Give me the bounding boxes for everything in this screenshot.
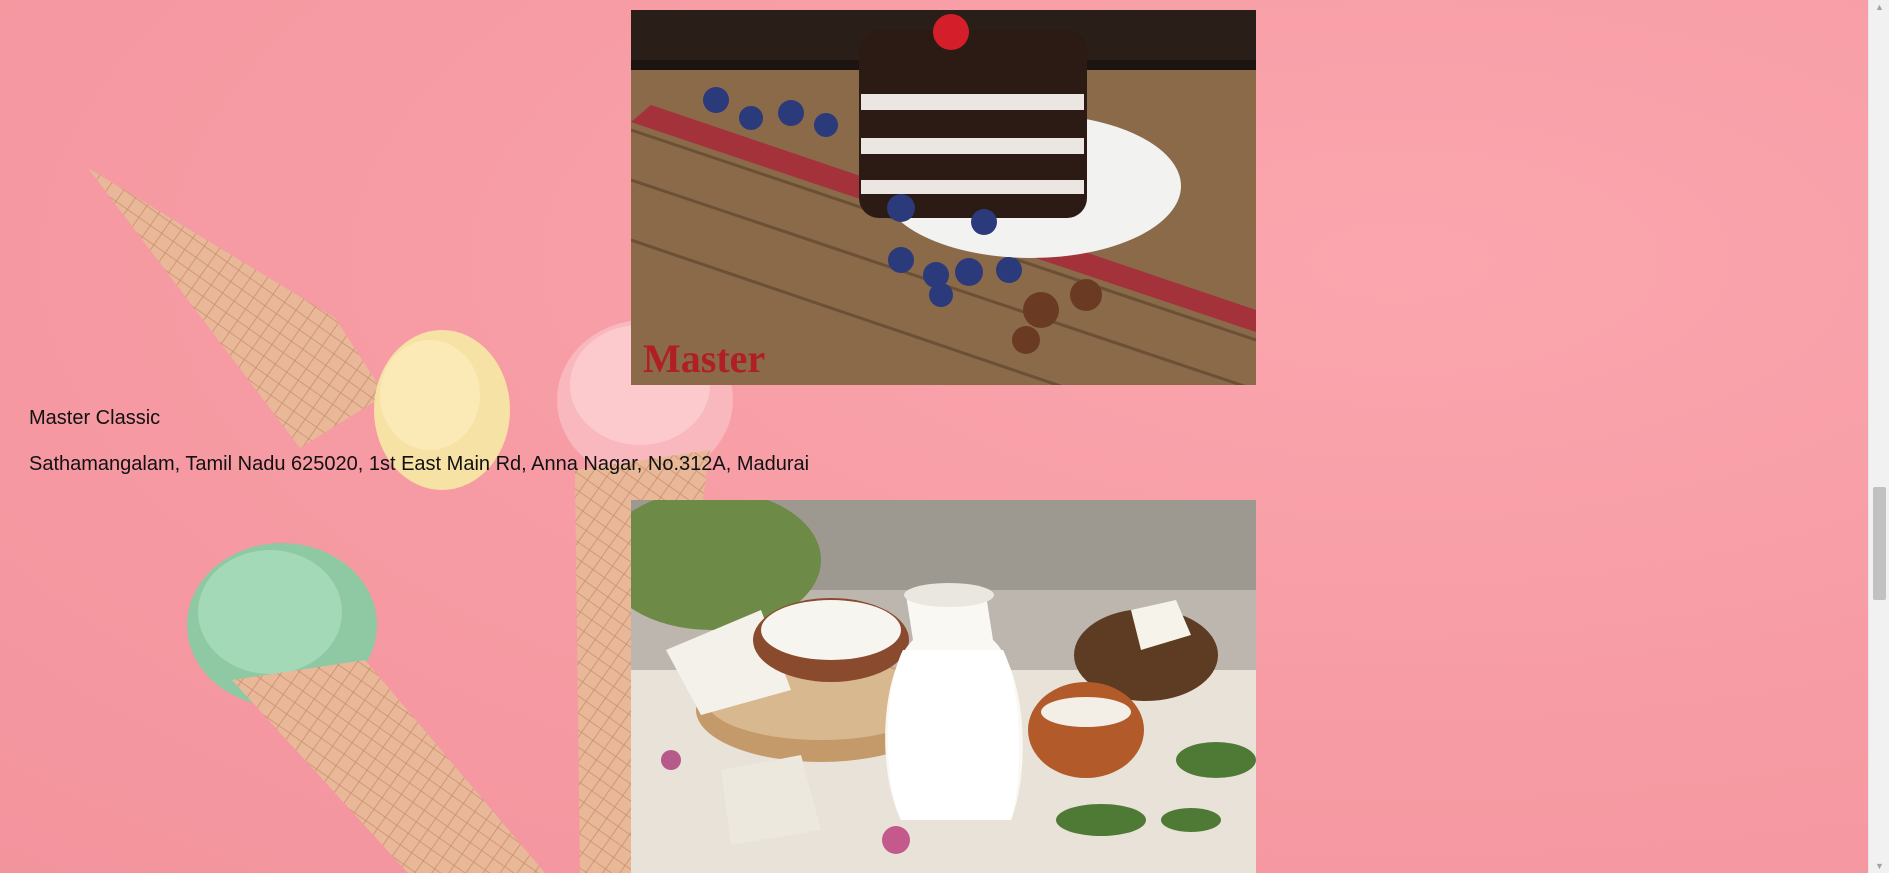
scrollbar-thumb[interactable]	[1873, 487, 1886, 600]
listing-content: Master Master Classic Sathamangalam, Tam…	[0, 0, 1868, 873]
cake-photo: Master	[631, 10, 1256, 385]
vertical-scrollbar[interactable]: ▲ ▼	[1868, 0, 1889, 873]
dairy-photo	[631, 500, 1256, 873]
scroll-up-icon[interactable]: ▲	[1869, 0, 1889, 14]
scroll-down-icon[interactable]: ▼	[1869, 859, 1889, 873]
svg-text:Master: Master	[643, 336, 765, 381]
shop-address: Sathamangalam, Tamil Nadu 625020, 1st Ea…	[29, 453, 810, 475]
shop-name: Master Classic	[29, 407, 161, 429]
